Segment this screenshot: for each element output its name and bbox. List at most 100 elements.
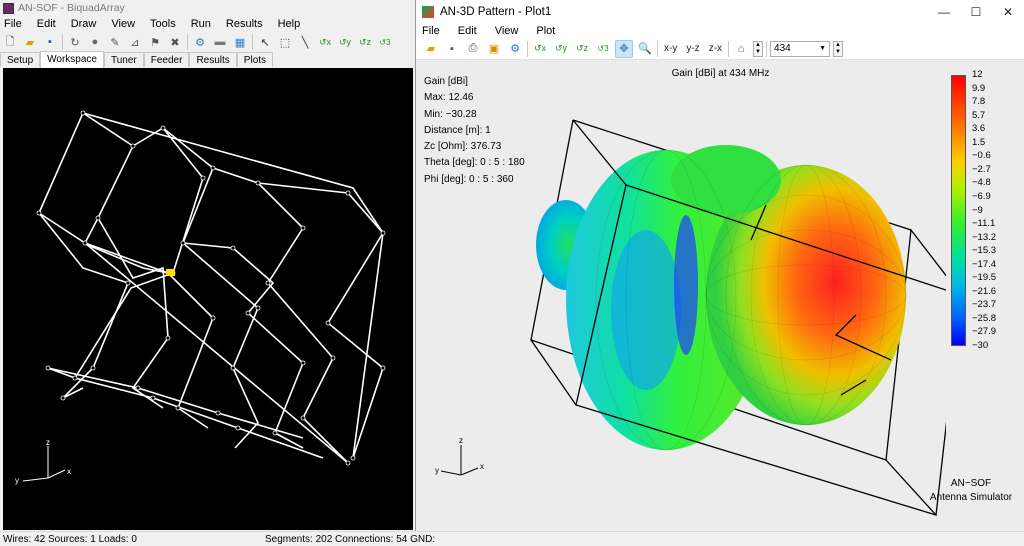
status-bar: Wires: 42 Sources: 1 Loads: 0 Segments: … bbox=[0, 531, 1024, 546]
colorbar-tick-label: −30 bbox=[972, 340, 989, 351]
colorbar-tick-label: 5.7 bbox=[972, 109, 986, 121]
save-icon[interactable]: ▪ bbox=[443, 40, 461, 58]
measure-icon[interactable]: ⊿ bbox=[127, 34, 143, 50]
sphere-icon[interactable]: ● bbox=[87, 34, 103, 50]
tab-setup[interactable]: Setup bbox=[0, 52, 41, 67]
rotate-x-icon[interactable]: ↺x bbox=[317, 34, 333, 50]
toolbar-separator bbox=[527, 40, 528, 57]
rotate-y-icon[interactable]: ↺y bbox=[552, 40, 570, 58]
pattern-menubar: File Edit View Plot bbox=[416, 24, 1024, 38]
select-rect-icon[interactable]: ⬚ bbox=[277, 34, 293, 50]
rotate-y-icon[interactable]: ↺y bbox=[337, 34, 353, 50]
menu-view[interactable]: View bbox=[111, 18, 135, 30]
line-icon[interactable]: ╲ bbox=[297, 34, 313, 50]
delete-icon[interactable]: ✖ bbox=[167, 34, 183, 50]
home-spinner[interactable]: ▲ ▼ bbox=[753, 40, 764, 57]
pattern-toolbar: ▰ ▪ ⎙ ▣ ⚙ ↺x ↺y ↺z ↺3 ✥ 🔍 x-y y-z z-x ⌂ … bbox=[416, 38, 1024, 60]
menu-results[interactable]: Results bbox=[226, 18, 263, 30]
main-menubar: File Edit Draw View Tools Run Results He… bbox=[0, 16, 416, 32]
comment-icon[interactable]: ▬ bbox=[212, 34, 228, 50]
axes-triad-icon bbox=[22, 446, 66, 482]
tab-results[interactable]: Results bbox=[189, 52, 237, 67]
menu-tools[interactable]: Tools bbox=[150, 18, 176, 30]
pencil-icon[interactable]: ✎ bbox=[107, 34, 123, 50]
save-icon[interactable]: ▪ bbox=[42, 34, 58, 50]
workspace-canvas[interactable]: z y x bbox=[3, 68, 413, 530]
brand-label: AN−SOF Antenna Simulator bbox=[921, 477, 1021, 505]
pattern-axis-x-label: x bbox=[480, 462, 484, 471]
pattern-menu-file[interactable]: File bbox=[422, 25, 440, 37]
main-title: AN-SOF - BiquadArray bbox=[18, 2, 125, 14]
pan-move-icon[interactable]: ✥ bbox=[615, 39, 633, 58]
frequency-spinner[interactable]: ▲ ▼ bbox=[833, 40, 844, 57]
axis-y-label: y bbox=[15, 476, 19, 485]
axis-x-label: x bbox=[67, 467, 71, 476]
tab-plots[interactable]: Plots bbox=[236, 52, 274, 67]
tab-workspace[interactable]: Workspace bbox=[40, 51, 104, 68]
main-window: AN-SOF - BiquadArray File Edit Draw View… bbox=[0, 0, 416, 546]
menu-edit[interactable]: Edit bbox=[37, 18, 56, 30]
colorbar-tick-label: 7.8 bbox=[972, 96, 986, 108]
toolbar-separator bbox=[728, 40, 730, 57]
toolbar-separator bbox=[252, 34, 253, 50]
tab-tuner[interactable]: Tuner bbox=[103, 52, 144, 67]
wire-structure bbox=[22, 110, 386, 482]
pattern-menu-edit[interactable]: Edit bbox=[458, 25, 477, 37]
colorbar-tick-label: −2.7 bbox=[972, 163, 991, 175]
colorbar-tick-label: −23.7 bbox=[972, 299, 997, 311]
colorbar-tick-label: −15.3 bbox=[972, 245, 997, 257]
colorbar-tick-label: −11.1 bbox=[972, 218, 996, 230]
view-yz-button[interactable]: y-z bbox=[683, 43, 702, 54]
colorbar-tick-label: 1.5 bbox=[972, 136, 986, 148]
home-icon[interactable]: ⌂ bbox=[732, 40, 750, 58]
main-tabs: Setup Workspace Tuner Feeder Results Plo… bbox=[0, 51, 274, 68]
pattern-plot-area[interactable]: Gain [dBi] at 434 MHz Gain [dBi] Max: 12… bbox=[416, 60, 1024, 531]
zoom-icon[interactable]: 🔍 bbox=[636, 40, 654, 58]
menu-run[interactable]: Run bbox=[191, 18, 211, 30]
calculator-icon[interactable]: ▦ bbox=[232, 34, 248, 50]
rotate-x-icon[interactable]: ↺x bbox=[531, 40, 549, 58]
status-left: Wires: 42 Sources: 1 Loads: 0 bbox=[3, 533, 137, 545]
rotate-z-icon[interactable]: ↺z bbox=[357, 34, 373, 50]
menu-help[interactable]: Help bbox=[278, 18, 301, 30]
rotate-3d-icon[interactable]: ↺3 bbox=[594, 40, 612, 58]
window-controls: — ☐ ✕ bbox=[928, 0, 1024, 24]
settings-gear-icon[interactable]: ⚙ bbox=[192, 34, 208, 50]
pattern-menu-view[interactable]: View bbox=[495, 25, 519, 37]
chevron-down-icon: ▼ bbox=[819, 45, 827, 52]
clipboard-icon[interactable]: ▣ bbox=[485, 40, 503, 58]
rotate-icon[interactable]: ↻ bbox=[67, 34, 83, 50]
settings-gear-icon[interactable]: ⚙ bbox=[506, 40, 524, 58]
maximize-icon[interactable]: ☐ bbox=[960, 0, 992, 24]
colorbar-tick-label: 3.6 bbox=[972, 123, 986, 135]
frequency-select[interactable]: 434 ▼ bbox=[770, 40, 831, 57]
rotate-z-icon[interactable]: ↺z bbox=[573, 40, 591, 58]
colorbar-tick-label: 9.9 bbox=[972, 82, 986, 94]
view-xy-button[interactable]: x-y bbox=[661, 43, 680, 54]
stamp-icon[interactable]: ⚑ bbox=[147, 34, 163, 50]
radiation-pattern-3d bbox=[440, 119, 946, 517]
new-file-icon[interactable]: 🗋 bbox=[2, 34, 18, 50]
pattern-title: AN-3D Pattern - Plot1 bbox=[440, 6, 552, 18]
colorbar-tick-label: −25.8 bbox=[972, 312, 997, 324]
menu-file[interactable]: File bbox=[4, 18, 22, 30]
minimize-icon[interactable]: — bbox=[928, 0, 960, 24]
open-folder-icon[interactable]: ▰ bbox=[422, 40, 440, 58]
colorbar-tick-label: −0.6 bbox=[972, 150, 991, 162]
open-folder-icon[interactable]: ▰ bbox=[22, 34, 38, 50]
main-titlebar: AN-SOF - BiquadArray bbox=[0, 0, 416, 16]
colorbar-tick-label: −21.6 bbox=[972, 285, 997, 297]
rotate-3d-icon[interactable]: ↺3 bbox=[377, 34, 393, 50]
colorbar-tick-label: −19.5 bbox=[972, 272, 997, 284]
menu-draw[interactable]: Draw bbox=[71, 18, 97, 30]
pointer-icon[interactable]: ↖ bbox=[257, 34, 273, 50]
pattern-menu-plot[interactable]: Plot bbox=[536, 25, 555, 37]
colorbar-tick-label: −6.9 bbox=[972, 190, 991, 202]
toolbar-separator bbox=[62, 34, 63, 50]
colorbar-tick-label: 12 bbox=[972, 69, 983, 80]
pattern-app-icon bbox=[422, 6, 434, 18]
view-zx-button[interactable]: z-x bbox=[706, 43, 725, 54]
close-icon[interactable]: ✕ bbox=[992, 0, 1024, 24]
tab-feeder[interactable]: Feeder bbox=[143, 52, 190, 67]
print-icon[interactable]: ⎙ bbox=[464, 40, 482, 58]
